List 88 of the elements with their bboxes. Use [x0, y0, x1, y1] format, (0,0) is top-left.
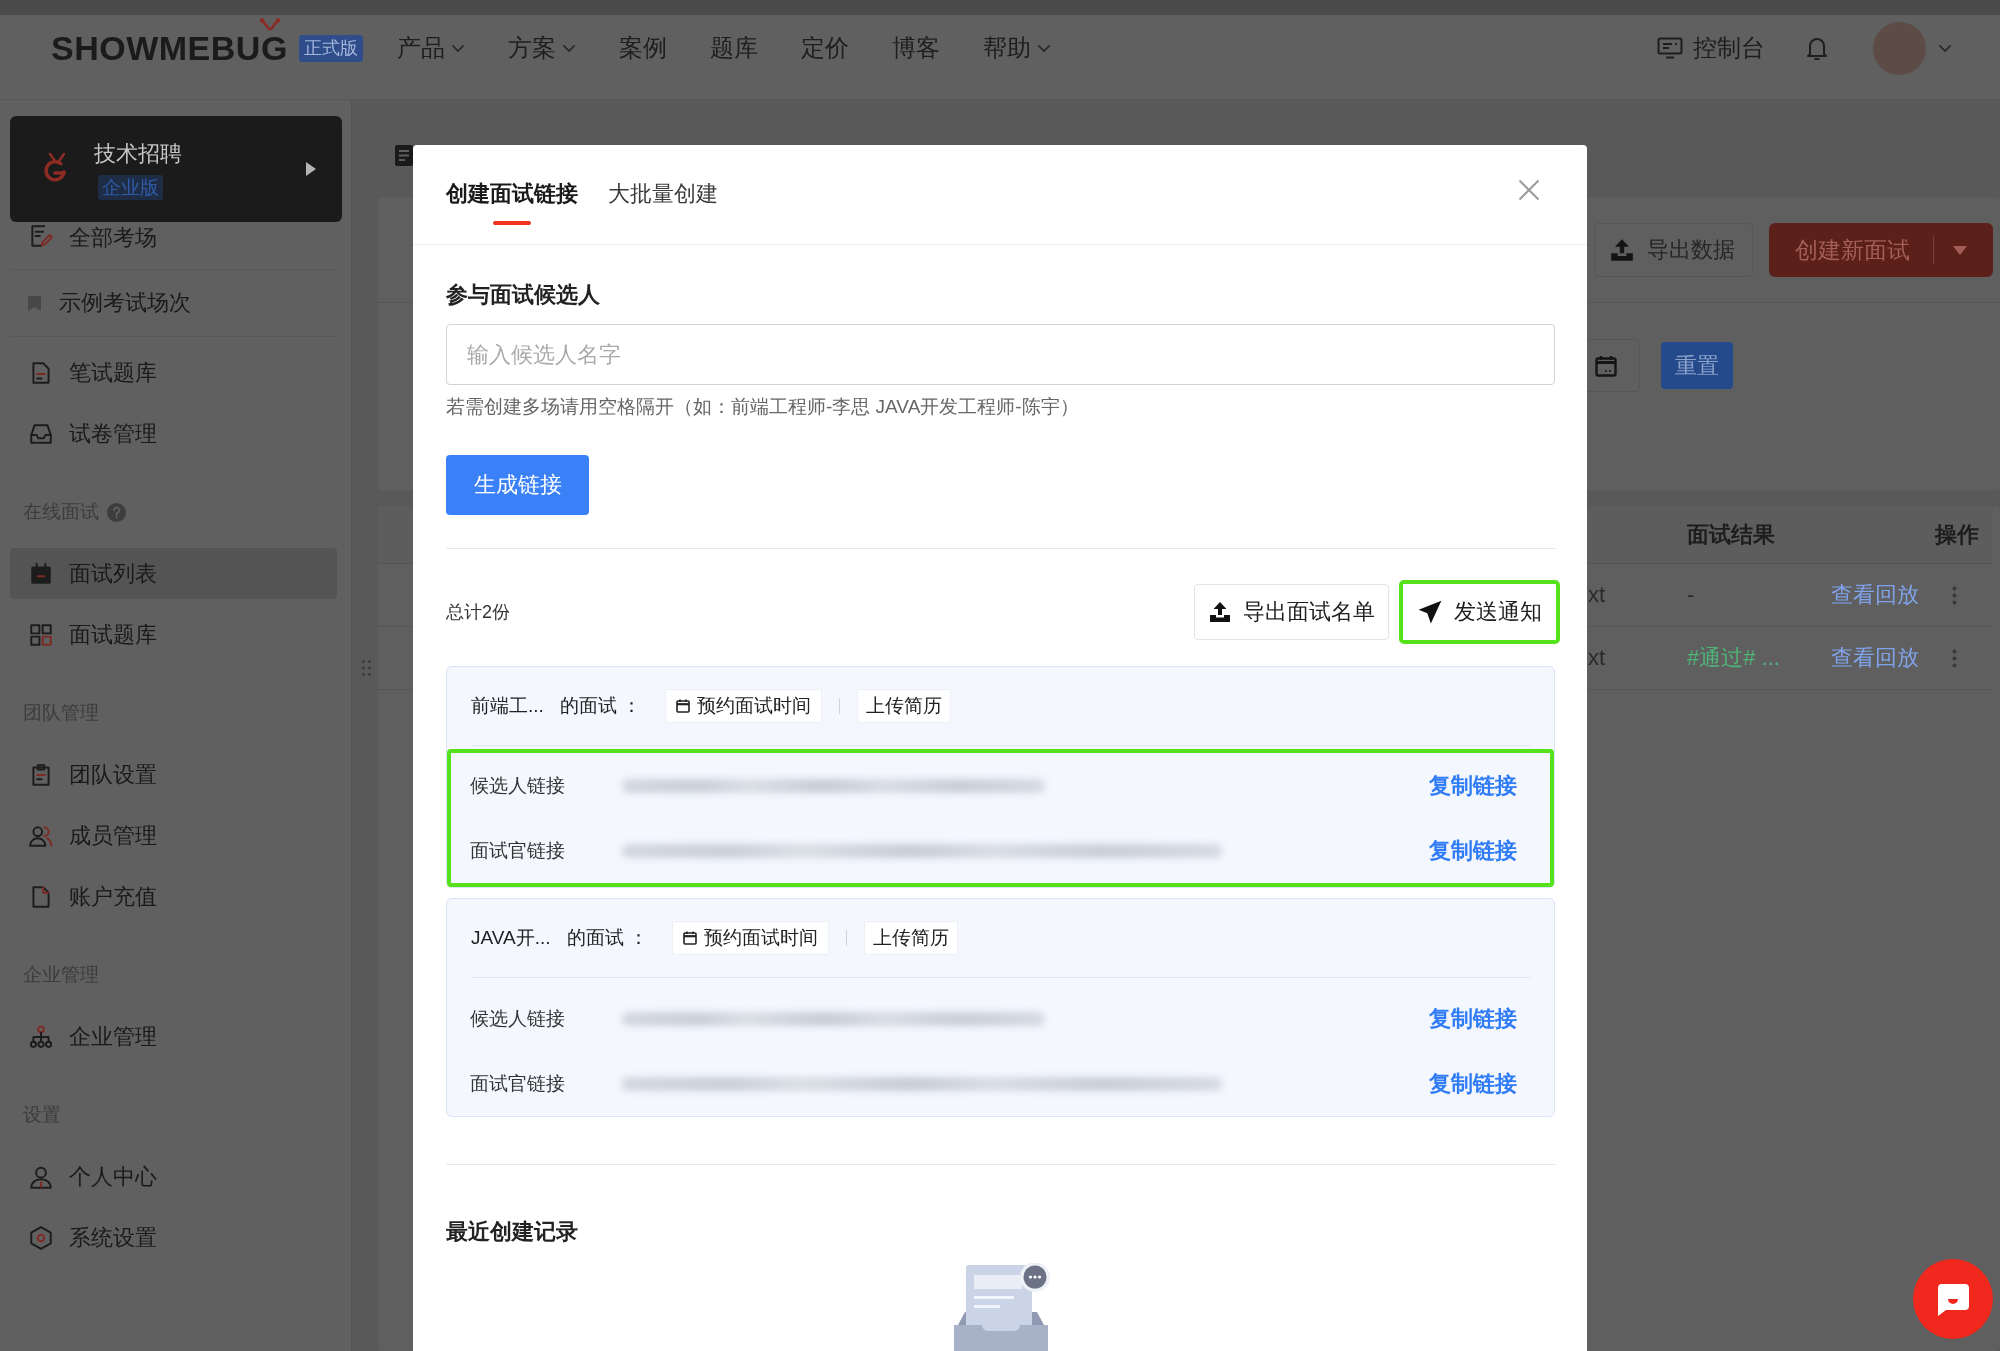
candidate-name-field[interactable]: 输入候选人名字 — [446, 324, 1555, 385]
nav-link[interactable]: 定价 — [800, 32, 849, 64]
export-button[interactable]: 导出数据 — [1594, 223, 1753, 277]
chat-bubble-icon — [1936, 1282, 1970, 1316]
replay-link[interactable]: 查看回放 — [1831, 643, 1919, 673]
more-icon[interactable] — [1952, 585, 1957, 605]
nav-link[interactable]: 帮助 — [982, 32, 1051, 64]
section-title: 最近创建记录 — [446, 1218, 579, 1246]
link-label: 面试官链接 — [470, 1071, 566, 1096]
field-label: 参与面试候选人 — [446, 281, 601, 309]
export-list-button[interactable]: 导出面试名单 — [1194, 584, 1389, 640]
sidebar-item[interactable]: 面试题库 — [10, 609, 337, 660]
send-icon — [1417, 599, 1443, 625]
sidebar-item[interactable]: 账户充值 — [10, 871, 337, 922]
reset-button[interactable]: 重置 — [1661, 342, 1733, 389]
column-header: 操作 — [1935, 520, 1979, 549]
upload-icon — [1609, 237, 1635, 263]
workspace-name: 技术招聘 — [94, 139, 182, 168]
sidebar-item[interactable]: 示例考试场次 — [10, 270, 337, 337]
nav-link[interactable]: 产品 — [396, 32, 465, 64]
hint-text: 若需创建多场请用空格隔开（如：前端工程师-李思 JAVA开发工程师-陈宇） — [446, 395, 1080, 419]
nav-link[interactable]: 案例 — [618, 32, 667, 64]
org-chart-icon — [28, 1023, 54, 1050]
pen-document-icon — [28, 223, 54, 249]
column-header: 面试结果 — [1687, 520, 1775, 549]
tab[interactable]: 大批量创建 — [608, 179, 718, 225]
calendar-icon — [28, 560, 54, 587]
schedule-button[interactable]: 预约面试时间 — [671, 921, 829, 955]
copy-link[interactable]: 复制链接 — [1429, 1068, 1517, 1099]
chevron-down-icon[interactable] — [1938, 43, 1952, 53]
close-icon[interactable] — [1518, 179, 1540, 201]
sidebar-item[interactable]: 笔试题库 — [10, 347, 337, 398]
bookmark-icon — [28, 295, 41, 311]
upload-resume-button[interactable]: 上传简历 — [857, 689, 952, 723]
calendar-icon — [682, 931, 697, 945]
sidebar-item[interactable]: 系统设置 — [10, 1212, 337, 1263]
tab[interactable]: 创建面试链接 — [446, 179, 578, 225]
upload-resume-button[interactable]: 上传简历 — [863, 921, 958, 955]
create-interview-button[interactable]: 创建新面试 — [1769, 223, 1993, 277]
settings-icon — [28, 1224, 54, 1251]
sidebar-item[interactable]: 面试列表 — [10, 548, 337, 599]
help-icon[interactable] — [107, 502, 126, 522]
copy-link[interactable]: 复制链接 — [1429, 770, 1517, 801]
table-cell-text: #通过# ... — [1687, 644, 1780, 672]
link-label: 面试官链接 — [470, 838, 566, 863]
chevron-down-icon[interactable] — [1036, 43, 1051, 53]
nav-link[interactable]: 方案 — [507, 32, 576, 64]
table-cell-text: - — [1687, 581, 1695, 609]
link-label: 候选人链接 — [470, 1006, 566, 1031]
schedule-button[interactable]: 预约面试时间 — [665, 689, 823, 723]
console-link[interactable]: 控制台 — [1657, 32, 1765, 64]
replay-link[interactable]: 查看回放 — [1831, 580, 1919, 610]
workspace-card[interactable]: 技术招聘 企业版 — [10, 116, 342, 222]
grid-icon — [28, 621, 54, 648]
interview-label: 的面试 ： — [566, 926, 648, 950]
sidebar-item[interactable]: 企业管理 — [10, 1011, 337, 1062]
edition-badge: 正式版 — [298, 34, 363, 62]
avatar[interactable] — [1873, 21, 1926, 75]
drag-handle-icon[interactable] — [362, 660, 371, 676]
caret-icon — [1953, 245, 1967, 255]
sidebar-item[interactable]: 全部考场 — [10, 223, 337, 270]
calendar-icon — [1595, 354, 1617, 377]
more-icon[interactable] — [1952, 648, 1957, 668]
chevron-down-icon[interactable] — [561, 43, 576, 53]
logo[interactable]: SHOWMEBUG — [51, 31, 288, 65]
link-label: 候选人链接 — [470, 773, 566, 798]
sidebar-item[interactable]: 试卷管理 — [10, 408, 337, 459]
generate-link-button[interactable]: 生成链接 — [446, 455, 589, 515]
monitor-icon — [1657, 37, 1683, 59]
bug-antenna-icon — [257, 18, 282, 31]
copy-link[interactable]: 复制链接 — [1429, 835, 1517, 866]
calendar-icon — [676, 699, 691, 713]
sidebar-item[interactable]: 个人中心 — [10, 1151, 337, 1202]
chevron-down-icon[interactable] — [450, 43, 465, 53]
nav-link[interactable]: 博客 — [891, 32, 940, 64]
interview-name: 前端工... — [471, 694, 544, 718]
sidebar-item[interactable]: 成员管理 — [10, 810, 337, 861]
total-count: 总计2份 — [446, 601, 510, 624]
edition-badge: 企业版 — [98, 174, 163, 200]
bell-icon[interactable] — [1806, 35, 1828, 61]
interview-label: 的面试 ： — [559, 694, 642, 718]
copy-link[interactable]: 复制链接 — [1429, 1003, 1517, 1034]
upload-icon — [1208, 600, 1232, 624]
list-icon — [395, 145, 413, 166]
caret-right-icon[interactable] — [306, 162, 316, 176]
sidebar-item[interactable]: 团队设置 — [10, 749, 337, 800]
nav-link[interactable]: 题库 — [709, 32, 758, 64]
interview-name: JAVA开... — [471, 926, 551, 950]
